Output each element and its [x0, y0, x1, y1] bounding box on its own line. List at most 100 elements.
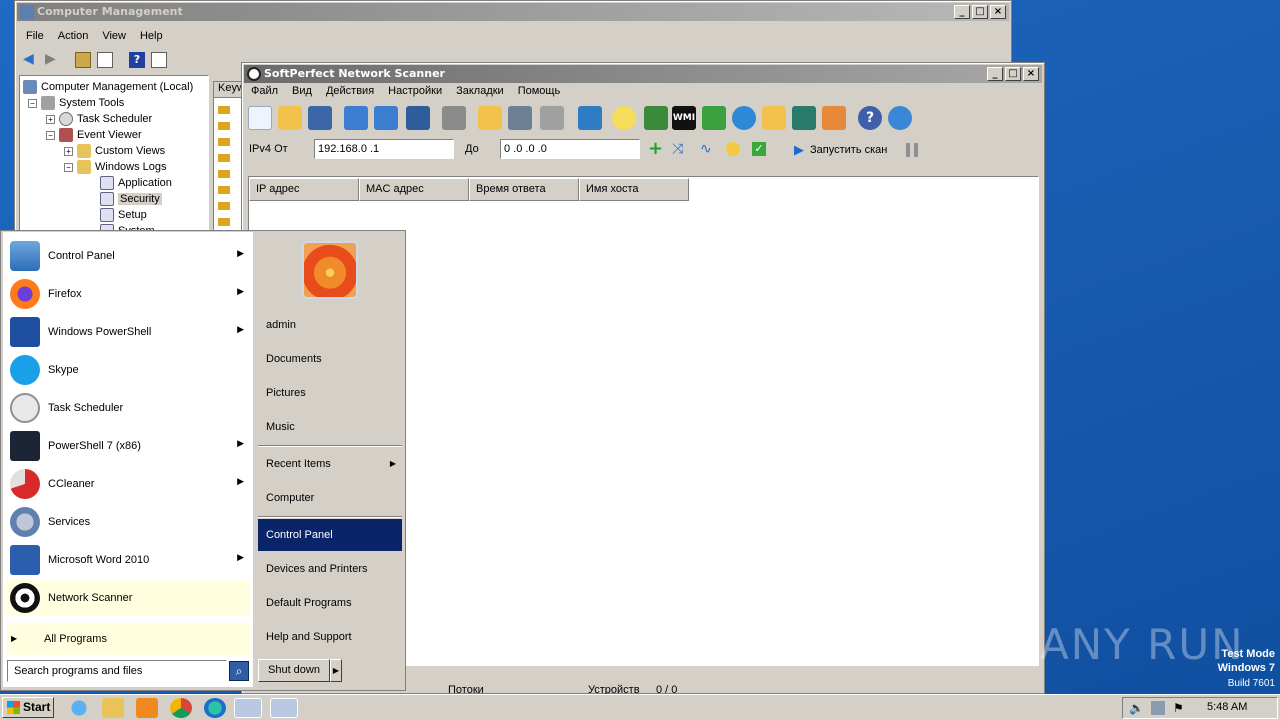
user-picture[interactable]	[302, 241, 358, 299]
computer-management-taskbar-icon[interactable]	[234, 698, 262, 718]
recent-items-item[interactable]: Recent Items ▶	[258, 448, 402, 480]
properties-icon[interactable]	[151, 52, 167, 68]
user-admin[interactable]: admin	[258, 309, 402, 341]
column-mac-address[interactable]: MAC адрес	[359, 178, 469, 201]
help-icon[interactable]: ?	[858, 106, 882, 130]
default-programs-item[interactable]: Default Programs	[258, 587, 402, 619]
favorite-range-icon[interactable]	[726, 142, 740, 156]
flag-icon[interactable]: ⚑	[1173, 701, 1187, 715]
ns-titlebar[interactable]: SoftPerfect Network Scanner _ □ ×	[244, 65, 1042, 83]
program-item[interactable]: Skype	[6, 352, 250, 388]
tree-task-scheduler[interactable]: + Task Scheduler	[46, 112, 152, 127]
checkmark-icon[interactable]: ✓	[752, 142, 766, 156]
explorer-folder-icon[interactable]	[102, 698, 124, 718]
menu-action[interactable]: Action	[51, 30, 96, 42]
back-arrow-icon[interactable]: ◀	[23, 52, 39, 66]
expand-icon[interactable]: +	[64, 146, 73, 156]
network-monitor-icon[interactable]	[792, 106, 816, 130]
globe-icon[interactable]	[888, 106, 912, 130]
menu-view[interactable]: View	[95, 30, 133, 42]
menu-file[interactable]: File	[19, 30, 51, 42]
network-scanner-taskbar-icon[interactable]	[270, 698, 298, 718]
tree-root[interactable]: Computer Management (Local)	[23, 80, 193, 95]
close-button[interactable]: ×	[1023, 67, 1039, 81]
pictures-item[interactable]: Pictures	[258, 377, 402, 409]
computer-item[interactable]: Computer	[258, 482, 402, 514]
menu-settings-ru[interactable]: Настройки	[381, 85, 449, 97]
tree-windows-logs[interactable]: − Windows Logs	[64, 160, 167, 175]
expand-icon[interactable]: +	[46, 114, 55, 124]
wmi-icon[interactable]: WMI	[672, 106, 696, 130]
close-button[interactable]: ×	[990, 5, 1006, 19]
start-scan-button[interactable]: ▶ Запустить скан	[792, 141, 887, 159]
control-panel-item[interactable]: Control Panel	[258, 519, 402, 551]
users-icon[interactable]	[822, 106, 846, 130]
tree-security[interactable]: Security	[100, 192, 162, 207]
settings-gear-icon[interactable]	[732, 106, 756, 130]
tree-application[interactable]: Application	[100, 176, 172, 191]
all-programs-item[interactable]: ▶ All Programs	[7, 623, 249, 655]
collapse-tree-icon[interactable]	[374, 106, 398, 130]
open-folder-icon[interactable]	[278, 106, 302, 130]
ip-board-icon[interactable]	[644, 106, 668, 130]
filter-folder-icon[interactable]	[478, 106, 502, 130]
menu-help[interactable]: Help	[133, 30, 170, 42]
add-range-icon[interactable]: +	[648, 140, 663, 158]
column-response-time[interactable]: Время ответа	[469, 178, 579, 201]
ie-icon[interactable]	[68, 698, 90, 718]
program-item[interactable]: Windows PowerShell ▶	[6, 314, 250, 350]
ip-from-input[interactable]: 192.168.0 .1	[314, 139, 454, 159]
show-hide-tree-icon[interactable]	[97, 52, 113, 68]
program-item[interactable]: Network Scanner	[6, 580, 250, 616]
up-folder-icon[interactable]	[75, 52, 91, 68]
remote-computer-icon[interactable]	[578, 106, 602, 130]
start-button[interactable]: Start	[2, 697, 54, 718]
program-item[interactable]: PowerShell 7 (x86) ▶	[6, 428, 250, 464]
speaker-icon[interactable]: 🔈	[1129, 701, 1144, 715]
menu-actions-ru[interactable]: Действия	[319, 85, 381, 97]
help-support-item[interactable]: Help and Support	[258, 621, 402, 653]
tools-icon[interactable]	[540, 106, 564, 130]
edge-icon[interactable]	[204, 698, 226, 718]
clock[interactable]: 5:48 AM	[1207, 701, 1247, 713]
collapse-icon[interactable]: −	[28, 98, 37, 108]
documents-item[interactable]: Documents	[258, 343, 402, 375]
folder-icon[interactable]	[762, 106, 786, 130]
column-ip-address[interactable]: IP адрес	[249, 178, 359, 201]
new-file-icon[interactable]	[248, 106, 272, 130]
green-squares-icon[interactable]	[702, 106, 726, 130]
delete-icon[interactable]	[442, 106, 466, 130]
program-item[interactable]: Microsoft Word 2010 ▶	[6, 542, 250, 578]
forward-arrow-icon[interactable]: ▶	[45, 52, 61, 66]
save-icon[interactable]	[308, 106, 332, 130]
tree-system-tools[interactable]: − System Tools	[28, 96, 124, 111]
maximize-button[interactable]: □	[972, 5, 988, 19]
music-item[interactable]: Music	[258, 411, 402, 443]
expand-tree-icon[interactable]	[344, 106, 368, 130]
minimize-button[interactable]: _	[987, 67, 1003, 81]
menu-file-ru[interactable]: Файл	[244, 85, 285, 97]
cm-titlebar[interactable]: Computer Management _ □ ×	[17, 3, 1009, 21]
collapse-icon[interactable]: −	[46, 130, 55, 140]
media-player-icon[interactable]	[136, 698, 158, 718]
shutdown-options-button[interactable]: ▶	[330, 659, 342, 682]
tree-setup[interactable]: Setup	[100, 208, 147, 223]
help-icon[interactable]: ?	[129, 52, 145, 68]
devices-printers-item[interactable]: Devices and Printers	[258, 553, 402, 585]
chrome-icon[interactable]	[170, 698, 192, 718]
tree-event-viewer[interactable]: − Event Viewer	[46, 128, 142, 143]
filter-icon[interactable]	[508, 106, 532, 130]
network-icon[interactable]	[1151, 701, 1165, 715]
menu-view-ru[interactable]: Вид	[285, 85, 319, 97]
menu-help-ru[interactable]: Помощь	[511, 85, 568, 97]
column-host-name[interactable]: Имя хоста	[579, 178, 689, 201]
program-item[interactable]: Task Scheduler	[6, 390, 250, 426]
search-icon[interactable]: ⌕	[229, 661, 249, 681]
maximize-button[interactable]: □	[1005, 67, 1021, 81]
tree-custom-views[interactable]: + Custom Views	[64, 144, 165, 159]
program-item[interactable]: Services	[6, 504, 250, 540]
program-item[interactable]: Control Panel ▶	[6, 238, 250, 274]
search-box[interactable]: Search programs and files	[7, 660, 227, 682]
find-binoculars-icon[interactable]	[406, 106, 430, 130]
collapse-icon[interactable]: −	[64, 162, 73, 172]
